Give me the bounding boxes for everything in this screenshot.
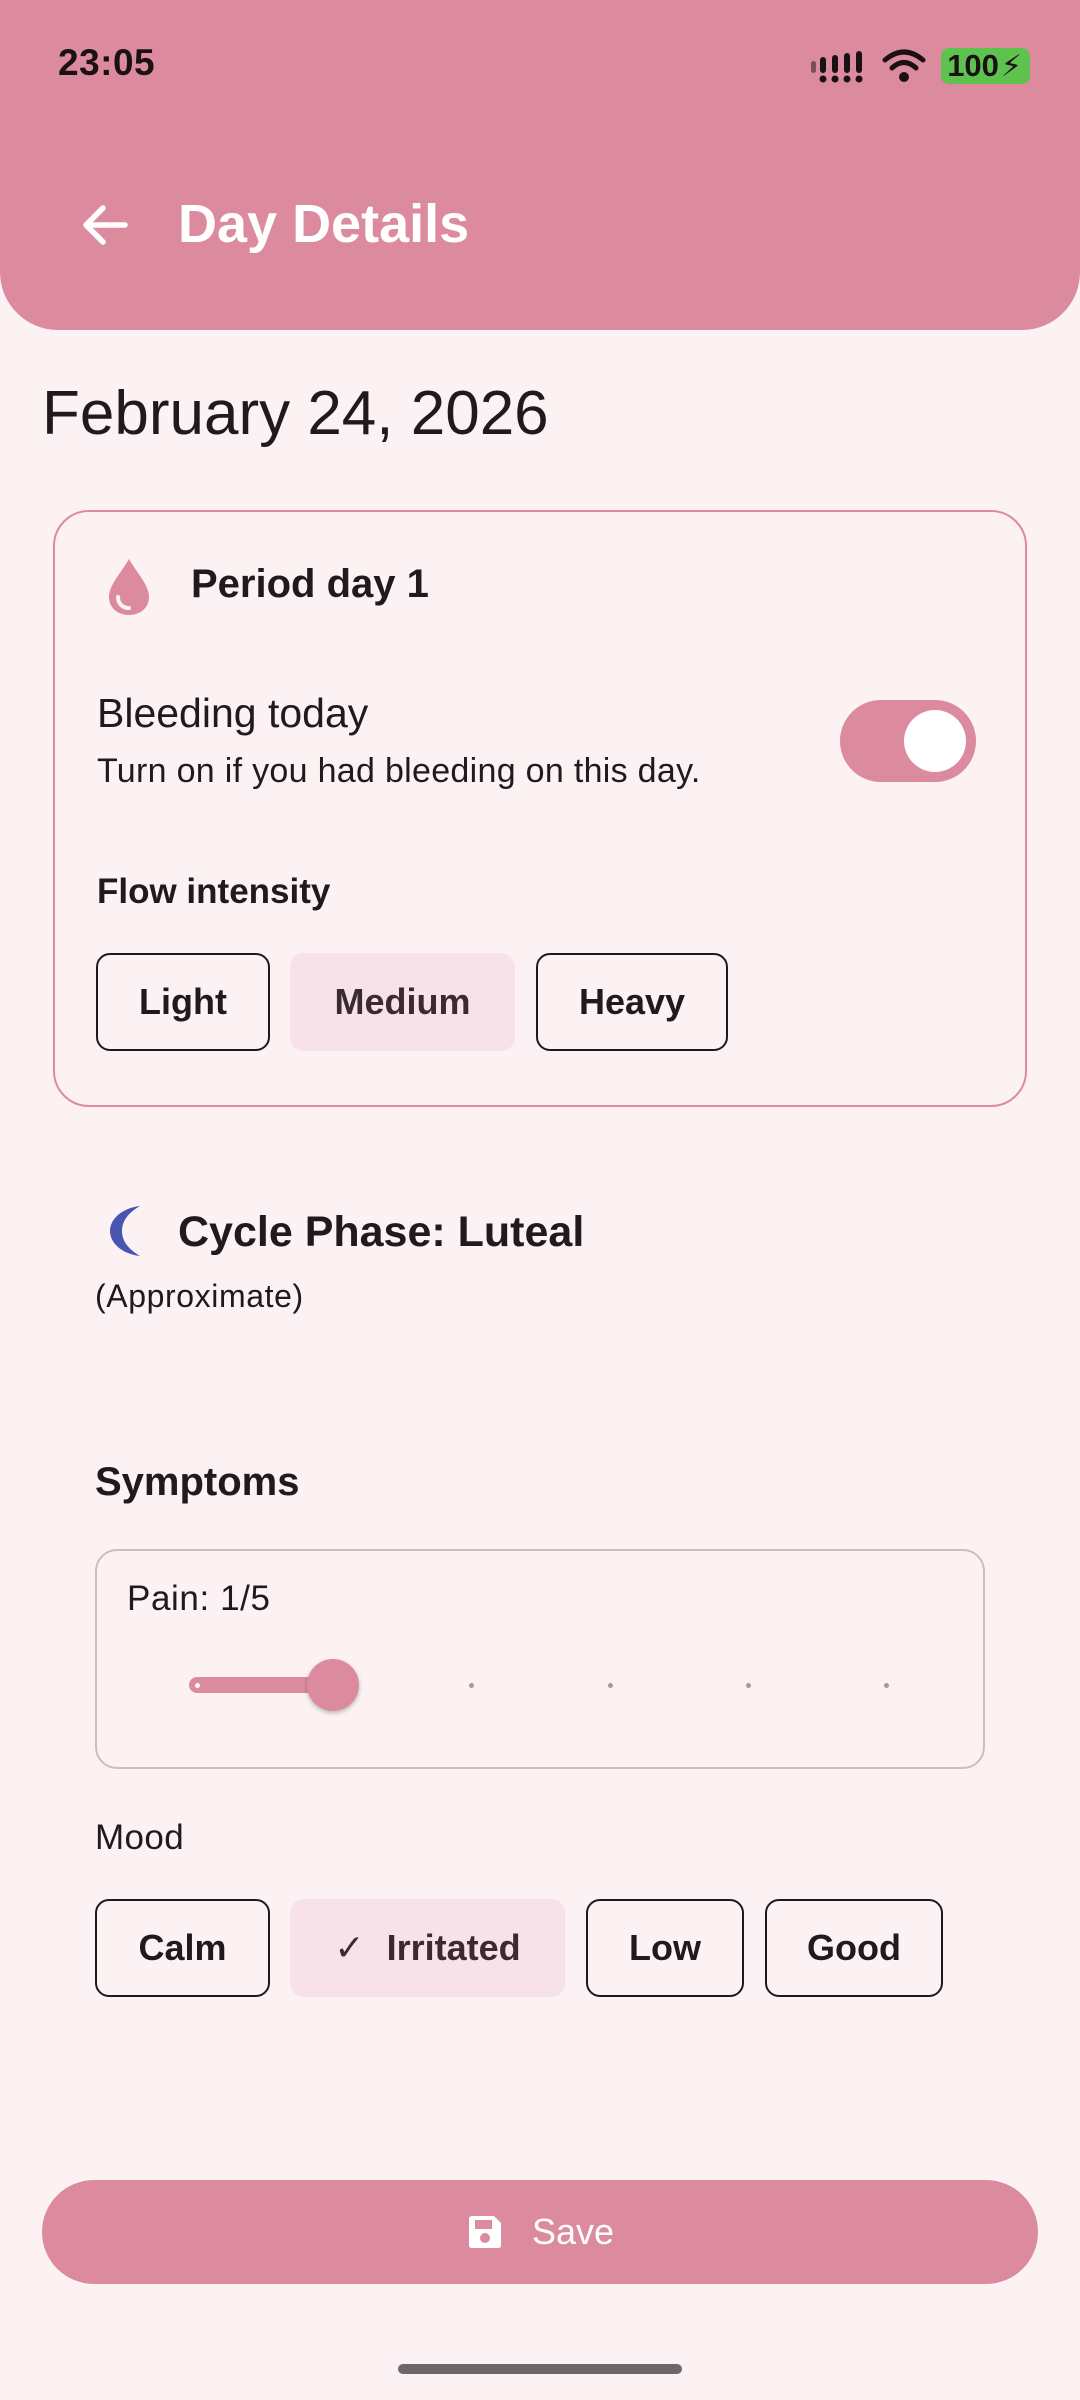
check-icon: ✓ <box>334 1927 365 1968</box>
home-indicator[interactable] <box>398 2364 682 2374</box>
toggle-knob <box>904 710 966 772</box>
mood-chip-low[interactable]: Low <box>586 1899 744 1997</box>
signal-icon <box>811 51 863 83</box>
pain-slider-thumb[interactable] <box>307 1659 359 1711</box>
pain-card: Pain: 1/5 <box>95 1549 985 1769</box>
cycle-phase-title: Cycle Phase: Luteal <box>178 1208 585 1256</box>
arrow-back-icon <box>83 205 128 245</box>
cycle-phase-subtitle: (Approximate) <box>95 1278 304 1314</box>
flow-chip-medium[interactable]: Medium <box>290 953 515 1051</box>
period-day-title: Period day 1 <box>191 562 429 606</box>
back-button[interactable] <box>70 190 140 260</box>
page-title: Day Details <box>178 194 470 254</box>
bleeding-toggle[interactable] <box>840 700 976 782</box>
period-card: Period day 1 Bleeding today Turn on if y… <box>53 510 1027 1107</box>
save-button[interactable]: Save <box>42 2180 1038 2284</box>
date-title: February 24, 2026 <box>42 379 549 448</box>
flow-intensity-label: Flow intensity <box>97 872 331 911</box>
mood-chip-irritated[interactable]: ✓ Irritated <box>290 1899 565 1997</box>
pain-label: Pain: 1/5 <box>127 1579 271 1618</box>
mood-chip-calm[interactable]: Calm <box>95 1899 270 1997</box>
mood-label: Mood <box>95 1818 185 1857</box>
flow-chip-light[interactable]: Light <box>96 953 270 1051</box>
mood-chip-good[interactable]: Good <box>765 1899 943 1997</box>
slider-tick <box>746 1683 751 1688</box>
slider-tick <box>884 1683 889 1688</box>
slider-tick <box>469 1683 474 1688</box>
save-button-label: Save <box>531 2211 615 2252</box>
mood-chip-irritated-label: Irritated <box>386 1927 521 1968</box>
status-time: 23:05 <box>58 42 156 83</box>
slider-tick <box>195 1683 200 1688</box>
water-drop-icon <box>109 559 149 615</box>
bleeding-title: Bleeding today <box>97 690 369 736</box>
app-bar: 23:05 100 ⚡ Day Details <box>0 0 1080 330</box>
battery-indicator: 100 ⚡ <box>941 48 1030 84</box>
wifi-icon <box>882 49 926 82</box>
save-icon <box>468 2216 501 2248</box>
screen: 23:05 100 ⚡ Day Details February 24, 202… <box>0 0 1080 2400</box>
battery-level: 100 <box>947 48 999 83</box>
slider-tick <box>608 1683 613 1688</box>
flow-chip-heavy[interactable]: Heavy <box>536 953 728 1051</box>
moon-icon <box>110 1206 140 1256</box>
status-icons: 100 ⚡ <box>809 44 1030 88</box>
charging-bolt-icon: ⚡ <box>1000 49 1022 83</box>
symptoms-title: Symptoms <box>95 1460 300 1504</box>
bleeding-subtitle: Turn on if you had bleeding on this day. <box>97 752 701 790</box>
